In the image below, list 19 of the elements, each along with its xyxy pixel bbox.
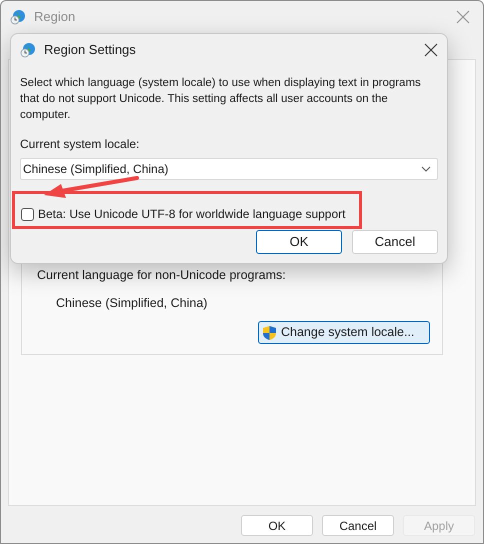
globe-icon xyxy=(10,9,26,25)
chevron-down-icon xyxy=(421,166,431,172)
locale-dropdown[interactable]: Chinese (Simplified, China) xyxy=(20,158,438,180)
window-title: Region xyxy=(34,8,76,26)
shield-icon xyxy=(262,324,277,340)
beta-option-label: Beta: Use Unicode UTF-8 for worldwide language support xyxy=(38,207,346,221)
description-text: Select which language (system locale) to use when displaying text in programs that do not support Unicode. This setting affects all user accounts on the computer. xyxy=(20,76,422,123)
dialog-button[interactable]: OK xyxy=(241,515,313,536)
current-language-value: Chinese (Simplified, China) xyxy=(56,295,208,312)
close-icon[interactable] xyxy=(424,43,438,57)
globe-icon xyxy=(20,42,36,58)
dialog-title: Region Settings xyxy=(44,41,136,60)
change-locale-button[interactable]: Change system locale... xyxy=(258,321,430,344)
checkbox[interactable] xyxy=(21,208,34,220)
dialog-button[interactable]: OK xyxy=(256,230,342,254)
current-language-label: Current language for non-Unicode programs: xyxy=(37,266,287,284)
dialog-button[interactable]: Cancel xyxy=(352,230,438,254)
locale-label: Current system locale: xyxy=(20,136,140,153)
dialog-button[interactable]: Cancel xyxy=(322,515,394,536)
